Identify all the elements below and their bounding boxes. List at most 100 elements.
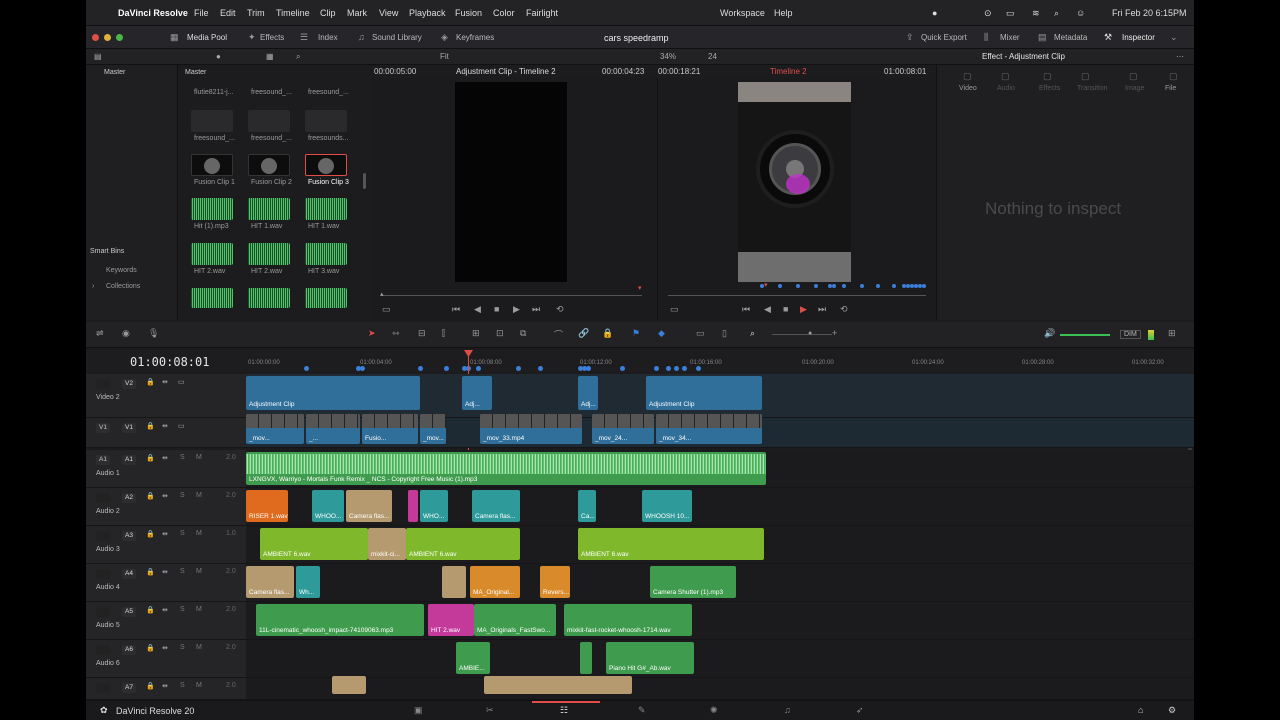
track-lock-icon[interactable]: 🔒 xyxy=(146,568,155,576)
timeline-marker[interactable] xyxy=(682,366,687,371)
media-thumbnail[interactable] xyxy=(305,110,347,132)
program-marker[interactable] xyxy=(914,284,918,288)
timeline-marker[interactable] xyxy=(418,366,423,371)
track-id[interactable]: A1 xyxy=(122,455,136,465)
timeline-clip[interactable]: Camera flas... xyxy=(246,566,294,598)
quick-export-icon[interactable]: ⇪ xyxy=(906,32,914,43)
effects-icon[interactable]: ✦ xyxy=(248,32,256,43)
inspector-tab-image[interactable]: Image xyxy=(1125,85,1144,92)
track-id[interactable]: A5 xyxy=(122,607,136,617)
track-lock-icon[interactable]: 🔒 xyxy=(146,682,155,690)
inspector-tab-icon[interactable]: ▢ xyxy=(1043,71,1052,82)
zoom-full-icon[interactable]: ▭ xyxy=(696,328,705,339)
mixer-icon[interactable]: ⫼ xyxy=(984,32,988,43)
sound-library-icon[interactable]: ♫ xyxy=(358,32,365,42)
position-lock-icon[interactable]: 🔒 xyxy=(602,328,613,339)
timeline-marker[interactable] xyxy=(516,366,521,371)
keyframes-tab[interactable]: Keyframes xyxy=(456,33,494,42)
audio-meter-icon[interactable] xyxy=(1148,330,1154,340)
track-auto-select-icon[interactable]: ⇹ xyxy=(162,682,168,690)
timeline-view-icon[interactable]: ⇌ xyxy=(96,328,104,339)
track-patch[interactable] xyxy=(96,683,110,693)
media-item-name[interactable]: flutie8211-j... xyxy=(194,89,234,96)
media-thumbnail[interactable] xyxy=(191,110,233,132)
timeline-clip[interactable]: Piano Hit G#_Ab.wav xyxy=(606,642,694,674)
timeline-marker[interactable] xyxy=(620,366,625,371)
mute-button[interactable]: M xyxy=(196,682,202,689)
track-patch[interactable] xyxy=(96,531,110,541)
inspector-icon[interactable]: ⚒ xyxy=(1104,32,1112,43)
search-icon[interactable]: ⌕ xyxy=(1054,8,1059,19)
inspector-tab-transition[interactable]: Transition xyxy=(1077,85,1107,92)
timeline-clip[interactable]: Adjustment Clip xyxy=(646,376,762,410)
timeline-clip[interactable]: Revers... xyxy=(540,566,570,598)
menu-fusion[interactable]: Fusion xyxy=(455,8,482,18)
track-lock-icon[interactable]: 🔒 xyxy=(146,422,155,430)
track-patch[interactable] xyxy=(96,607,110,617)
media-item-name[interactable]: Fusion Clip 2 xyxy=(251,179,292,186)
timeline-clip[interactable]: Adj... xyxy=(462,376,492,410)
play-circle-icon[interactable]: ⊙ xyxy=(984,8,992,19)
timeline-marker[interactable] xyxy=(586,366,591,371)
edit-page-icon[interactable]: ☷ xyxy=(560,705,568,716)
home-icon[interactable]: ⌂ xyxy=(1138,705,1143,715)
snapping-icon[interactable]: ⌒ xyxy=(554,328,563,341)
media-item-name[interactable]: HIT 1.wav xyxy=(251,223,282,230)
media-page-icon[interactable]: ▣ xyxy=(414,705,423,716)
inspector-tab-effects[interactable]: Effects xyxy=(1039,85,1060,92)
pool-search-icon[interactable]: ⌕ xyxy=(296,52,300,62)
menu-trim[interactable]: Trim xyxy=(247,8,265,18)
timeline-options-icon[interactable]: ⊞ xyxy=(1168,328,1176,339)
grid-view-icon[interactable]: ▦ xyxy=(266,52,274,61)
track-lock-icon[interactable]: 🔒 xyxy=(146,492,155,500)
track-id[interactable]: A7 xyxy=(122,683,136,693)
track-id[interactable]: A3 xyxy=(122,531,136,541)
source-jump-start-icon[interactable]: ⏮ xyxy=(452,304,460,315)
timeline-clip[interactable]: Ca... xyxy=(578,490,596,522)
track-patch[interactable]: A1 xyxy=(96,455,110,465)
mute-button[interactable]: M xyxy=(196,606,202,613)
program-layout-icon[interactable]: ▭ xyxy=(670,304,679,315)
timeline-marker[interactable] xyxy=(476,366,481,371)
thumb-slider-icon[interactable]: ● xyxy=(216,52,221,61)
media-item-name[interactable]: HIT 3.wav xyxy=(308,268,339,275)
media-thumbnail[interactable] xyxy=(191,154,233,176)
dynamic-trim-icon[interactable]: ⊟ xyxy=(418,328,426,339)
mute-button[interactable]: M xyxy=(196,568,202,575)
media-item-name[interactable]: HIT 2.wav xyxy=(194,268,225,275)
timeline-clip[interactable]: _mov... xyxy=(246,414,304,444)
color-page-icon[interactable]: ✺ xyxy=(710,705,718,716)
timeline-clip[interactable]: WHO... xyxy=(420,490,448,522)
timeline-clip[interactable]: MA_Originals_FastSwo... xyxy=(474,604,556,636)
volume-slider[interactable] xyxy=(1060,334,1110,336)
media-item-name[interactable]: freesound_... xyxy=(251,89,292,96)
media-item-name[interactable]: freesound_... xyxy=(308,89,349,96)
timeline-clip[interactable]: mixkit-fast-rocket-whoosh-1714.wav xyxy=(564,604,692,636)
track-lock-icon[interactable]: 🔒 xyxy=(146,378,155,386)
media-item-name[interactable]: HIT 1.wav xyxy=(308,223,339,230)
zoom-detail-icon[interactable]: ▯ xyxy=(722,328,727,339)
effects-tab[interactable]: Effects xyxy=(260,33,284,42)
timeline-marker[interactable] xyxy=(674,366,679,371)
more-options-icon[interactable]: ⋯ xyxy=(1176,52,1184,61)
mic-icon[interactable]: 🎙 xyxy=(148,328,159,339)
source-scrubber[interactable] xyxy=(382,295,642,296)
track-auto-select-icon[interactable]: ⇹ xyxy=(162,568,168,576)
program-loop-icon[interactable]: ⟲ xyxy=(840,304,848,315)
timeline-clip[interactable]: RISER 1.wav xyxy=(246,490,288,522)
track-lock-icon[interactable]: 🔒 xyxy=(146,606,155,614)
index-tab[interactable]: Index xyxy=(318,33,338,42)
timeline-clip[interactable]: 11L-cinematic_whoosh_impact-74109063.mp3 xyxy=(256,604,424,636)
zoom-in-icon[interactable]: + xyxy=(832,328,837,338)
inspector-tab-video[interactable]: Video xyxy=(959,85,977,92)
solo-button[interactable]: S xyxy=(180,530,185,537)
media-pool-icon[interactable]: ▦ xyxy=(170,32,179,43)
linked-selection-icon[interactable]: 🔗 xyxy=(578,328,589,339)
menu-clip[interactable]: Clip xyxy=(320,8,336,18)
media-thumbnail[interactable] xyxy=(248,154,290,176)
program-marker[interactable] xyxy=(902,284,906,288)
track-auto-select-icon[interactable]: ⇹ xyxy=(162,378,168,386)
timeline-clip[interactable]: MA_Original... xyxy=(470,566,520,598)
menu-fairlight[interactable]: Fairlight xyxy=(526,8,558,18)
app-menu[interactable]: DaVinci Resolve xyxy=(118,8,188,18)
